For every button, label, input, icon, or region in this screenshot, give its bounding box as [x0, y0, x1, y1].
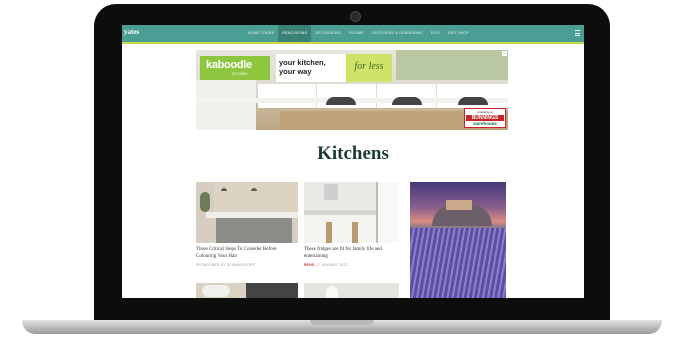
badge-available: Available at: [477, 110, 493, 114]
image-lamp: [326, 286, 338, 298]
ad-wall: [396, 50, 508, 80]
ad-stool: [458, 97, 488, 105]
nav-item-renovating[interactable]: RENOVATING: [278, 25, 312, 42]
site-logo[interactable]: yates: [124, 28, 139, 36]
article-sponsor: SPONSORED BY SCHWARZKOPF: [196, 263, 256, 267]
ad-cabinet-line: [316, 84, 317, 108]
ad-stool: [392, 97, 422, 105]
nav-item-gift-shop[interactable]: GIFT SHOP: [444, 25, 473, 42]
image-rangehood: [324, 184, 338, 200]
image-pendant-lamp: [221, 188, 227, 191]
image-pan: [246, 283, 298, 298]
ad-headline: your kitchen, your way: [276, 54, 346, 82]
nav-item-diys[interactable]: DIYS: [427, 25, 444, 42]
image-backsplash: [214, 182, 298, 212]
nav-item-outdoors-gardening[interactable]: OUTDOORS & GARDENING: [368, 25, 427, 42]
ad-cabinet-line: [376, 84, 377, 108]
article-meta: RENO | 7 JANUARY 2021: [304, 263, 399, 267]
webcam-icon: [350, 11, 361, 22]
lavender-field-ad-image[interactable]: [410, 182, 506, 298]
nav-item-home-tours[interactable]: HOME TOURS: [244, 25, 278, 42]
category-tag[interactable]: RENO: [304, 263, 315, 267]
image-cabinets: [304, 215, 378, 243]
ad-cabinet-line: [436, 84, 437, 108]
main-navigation: yates HOME TOURS RENOVATING DECORATING R…: [122, 25, 584, 42]
article-image[interactable]: [196, 182, 298, 243]
image-lavender-rows: [410, 228, 506, 298]
image-island: [216, 218, 292, 243]
image-pendant-lamp: [251, 188, 257, 191]
image-window: [376, 182, 399, 243]
nav-accent-bar: [122, 42, 584, 44]
bunnings-badge: Available at BUNNINGS warehouse: [464, 108, 506, 128]
article-image[interactable]: [304, 283, 399, 298]
nav-item-rooms[interactable]: ROOMS: [345, 25, 368, 42]
ad-brand-sub: KITCHEN: [232, 72, 248, 76]
image-plant: [200, 192, 210, 212]
kaboodle-logo: kaboodle KITCHEN: [200, 56, 270, 80]
page-title: Kitchens: [317, 143, 389, 164]
ad-tagline: for less: [346, 54, 392, 82]
article-title[interactable]: These fridges are fit for family life an…: [304, 246, 399, 260]
ad-stool: [326, 97, 356, 105]
browser-viewport: yates HOME TOURS RENOVATING DECORATING R…: [122, 25, 584, 298]
image-village: [446, 200, 472, 210]
nav-item-decorating[interactable]: DECORATING: [311, 25, 345, 42]
ad-headline-line2: your way: [279, 67, 312, 76]
ad-headline-line1: your kitchen,: [279, 58, 326, 67]
image-stool: [326, 222, 332, 243]
article-card[interactable]: Three Critical Steps To Consider Before …: [196, 182, 298, 267]
ad-brand: kaboodle: [206, 59, 252, 71]
article-card[interactable]: These fridges are fit for family life an…: [304, 182, 399, 267]
nav-items: HOME TOURS RENOVATING DECORATING ROOMS O…: [244, 25, 473, 42]
image-bowl: [202, 285, 230, 297]
article-image[interactable]: [196, 283, 298, 298]
ad-shelf: [196, 80, 256, 130]
badge-warehouse: warehouse: [473, 121, 497, 126]
kaboodle-banner-ad[interactable]: kaboodle KITCHEN your kitchen, your way …: [196, 50, 508, 130]
article-title[interactable]: Three Critical Steps To Consider Before …: [196, 246, 298, 260]
menu-icon[interactable]: [575, 30, 580, 36]
article-image[interactable]: [304, 182, 399, 243]
adchoices-icon[interactable]: ▷: [502, 51, 507, 56]
article-date: 7 JANUARY 2021: [318, 263, 348, 267]
image-stool: [352, 222, 358, 243]
laptop-base-notch: [310, 320, 374, 325]
